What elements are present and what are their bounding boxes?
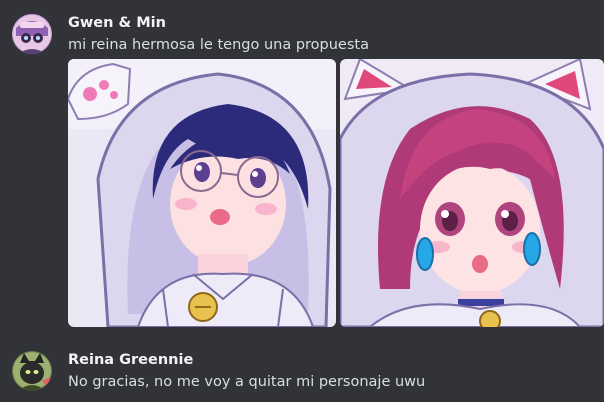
anime-girl-cat-hoodie-image [340, 59, 604, 327]
message-gwen-min: Gwen & Min mi reina hermosa le tengo una… [0, 0, 604, 335]
anime-boy-cat-hoodie-image [68, 59, 336, 327]
message-text: mi reina hermosa le tengo una propuesta [68, 37, 369, 53]
message-reina-greennie: Reina Greennie No gracias, no me voy a q… [0, 335, 604, 402]
message-text: No gracias, no me voy a quitar mi person… [68, 374, 426, 390]
author-name[interactable]: Reina Greennie [68, 352, 193, 368]
avatar-image [12, 14, 52, 54]
image-attachment-1[interactable] [68, 59, 336, 327]
avatar-gwen-min[interactable] [12, 14, 52, 54]
avatar-image [12, 351, 52, 391]
image-attachment-2[interactable] [340, 59, 604, 327]
avatar-reina-greennie[interactable] [12, 351, 52, 391]
author-name[interactable]: Gwen & Min [68, 15, 166, 31]
